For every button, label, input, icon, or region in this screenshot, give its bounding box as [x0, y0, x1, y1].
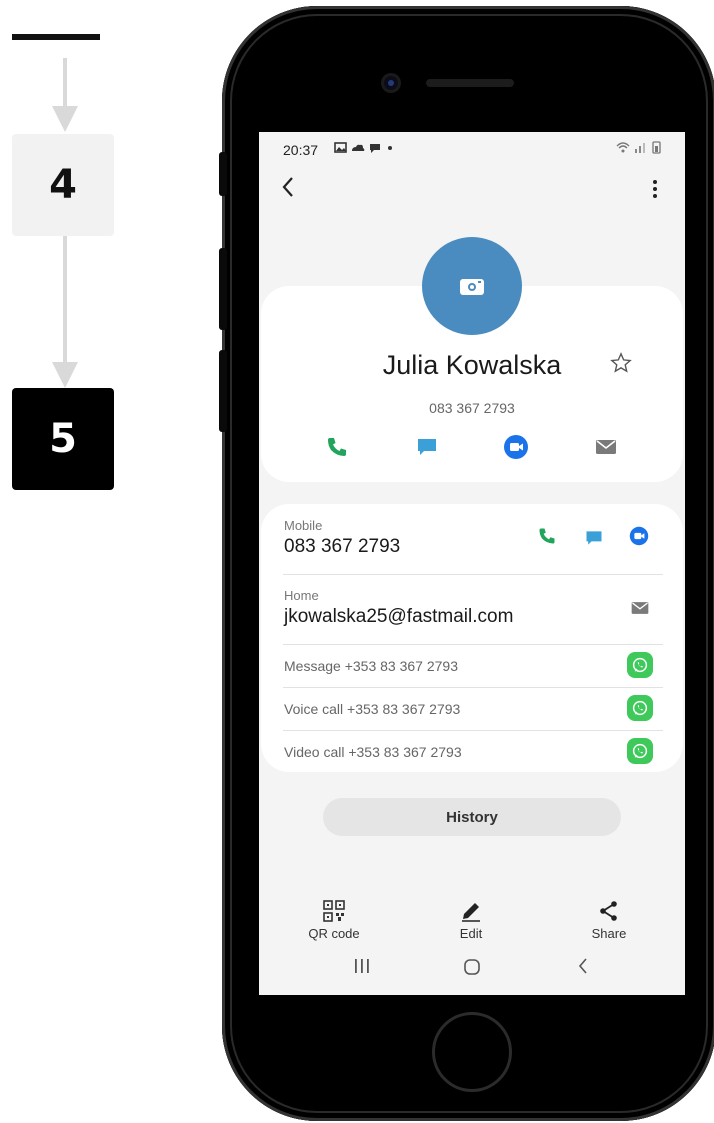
video-call-button[interactable] [501, 432, 531, 462]
divider [283, 574, 663, 575]
mail-icon [596, 440, 616, 454]
arrow-line [63, 236, 67, 366]
message-icon [418, 439, 436, 455]
email-button[interactable] [591, 432, 621, 462]
notification-icons-svg [334, 142, 392, 153]
avatar[interactable] [422, 237, 522, 335]
share-label: Share [591, 926, 627, 941]
qr-code-icon [323, 900, 345, 922]
phone-icon [328, 438, 346, 456]
mobile-row[interactable]: Mobile 083 367 2793 [284, 518, 662, 558]
step-4-box: 4 [12, 134, 114, 236]
qr-code-label: QR code [308, 926, 360, 941]
mobile-video-icon[interactable] [629, 526, 649, 551]
notification-icons [334, 141, 396, 158]
arrow-down-icon [52, 106, 78, 132]
back-chevron-icon[interactable] [281, 174, 295, 205]
mobile-label: Mobile [284, 518, 323, 533]
qr-code-button[interactable]: QR code [294, 898, 374, 941]
home-label: Home [284, 588, 319, 603]
call-button[interactable] [322, 432, 352, 462]
home-button[interactable] [432, 1012, 512, 1092]
home-nav-icon[interactable] [463, 958, 481, 981]
video-icon [504, 435, 528, 459]
divider [283, 730, 663, 731]
mobile-message-icon[interactable] [584, 528, 604, 553]
whatsapp-message-row[interactable]: Message +353 83 367 2793 [284, 658, 662, 674]
home-mail-icon[interactable] [630, 598, 650, 623]
volume-up-button [219, 248, 227, 330]
pencil-icon [462, 903, 480, 922]
divider [283, 644, 663, 645]
mobile-value: 083 367 2793 [284, 536, 401, 557]
recent-apps-icon[interactable] [353, 958, 371, 979]
front-camera [384, 76, 398, 90]
step-progress-bar [12, 34, 100, 40]
mobile-call-icon[interactable] [537, 526, 557, 551]
divider [283, 687, 663, 688]
camera-icon [460, 279, 484, 295]
share-icon [600, 901, 617, 921]
message-button[interactable] [412, 432, 442, 462]
home-email-row[interactable]: Home jkowalska25@fastmail.com [284, 588, 662, 628]
whatsapp-icon[interactable] [627, 652, 653, 678]
arrow-line [63, 58, 67, 110]
whatsapp-video-row[interactable]: Video call +353 83 367 2793 [284, 744, 662, 760]
share-button[interactable]: Share [569, 898, 649, 941]
favorite-star-icon[interactable] [610, 352, 632, 380]
phone-screen: 20:37 Julia Kowalska 083 367 2793 Mobile… [259, 132, 685, 995]
volume-down-button [219, 350, 227, 432]
arrow-down-icon [52, 362, 78, 388]
wifi-signal-battery-icons [616, 141, 661, 154]
mute-switch [219, 152, 227, 196]
status-time: 20:37 [283, 142, 319, 158]
home-email-value: jkowalska25@fastmail.com [284, 606, 514, 627]
whatsapp-voice-row[interactable]: Voice call +353 83 367 2793 [284, 701, 662, 717]
back-nav-icon[interactable] [577, 958, 589, 979]
contact-phone-summary: 083 367 2793 [429, 400, 515, 416]
step-5-box: 5 [12, 388, 114, 490]
history-button[interactable]: History [323, 798, 621, 836]
more-options-icon[interactable] [653, 180, 657, 201]
system-status-icons [615, 140, 663, 157]
whatsapp-icon[interactable] [627, 738, 653, 764]
earpiece-speaker [426, 79, 514, 87]
whatsapp-icon[interactable] [627, 695, 653, 721]
edit-label: Edit [459, 926, 483, 941]
edit-button[interactable]: Edit [431, 898, 511, 941]
